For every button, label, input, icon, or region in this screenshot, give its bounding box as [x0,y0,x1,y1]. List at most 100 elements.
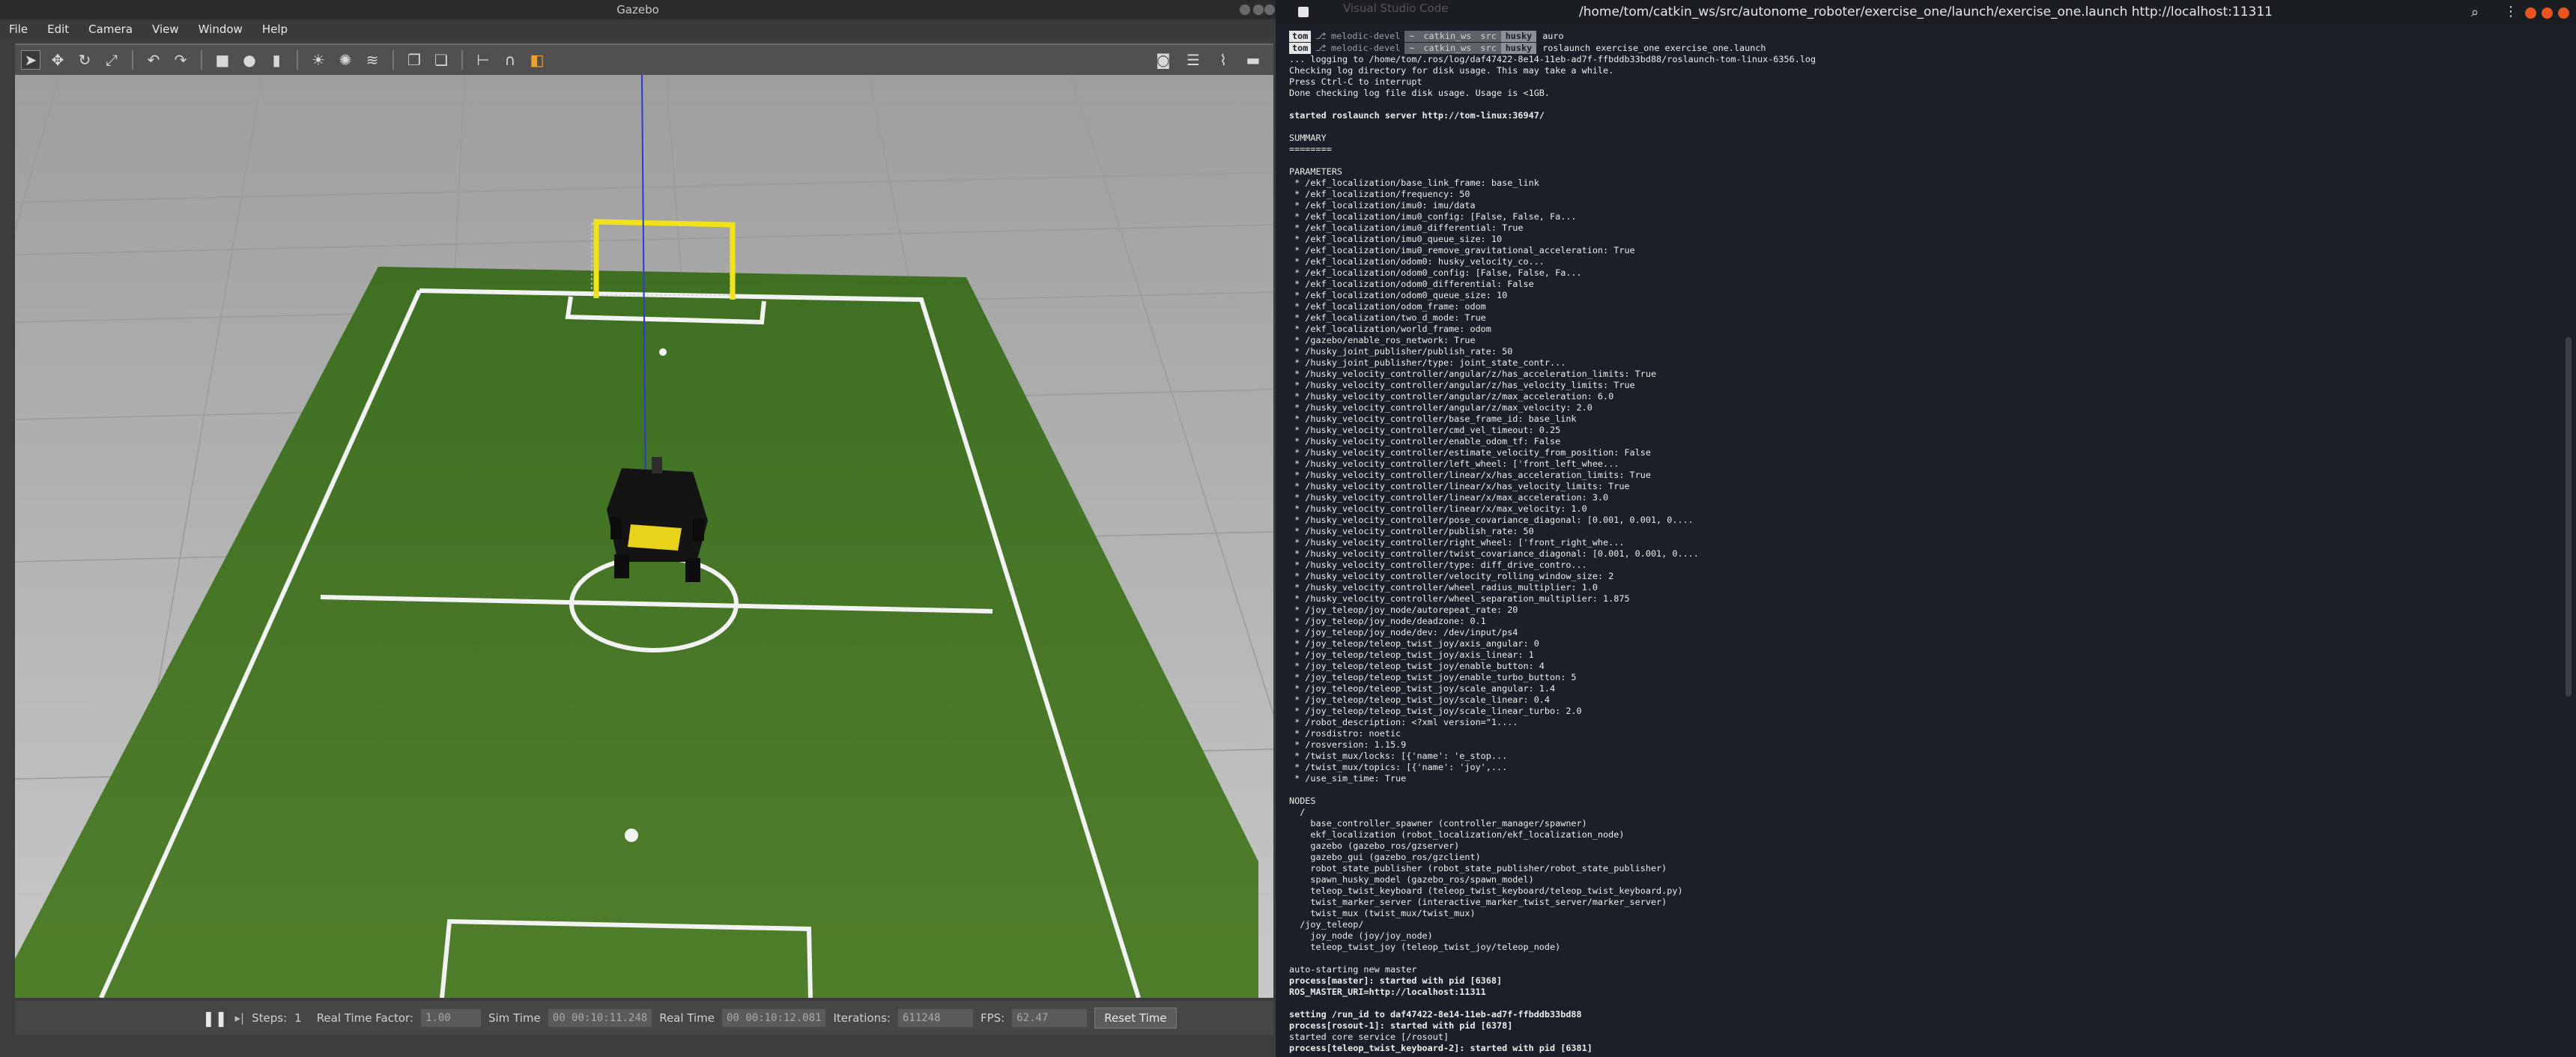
terminal-line: teleop_twist_keyboard (teleop_twist_keyb… [1289,885,1683,896]
terminal-line: * /husky_velocity_controller/velocity_ro… [1289,571,1614,581]
video-record-icon[interactable]: ▬ [1243,50,1263,70]
terminal-line: twist_marker_server (interactive_marker_… [1289,897,1667,907]
terminal-line: * /husky_velocity_controller/publish_rat… [1289,526,1534,536]
gazebo-window: Gazebo File Edit Camera View Window Help… [0,0,1276,1057]
terminal-line: * /joy_teleop/teleop_twist_joy/scale_lin… [1289,694,1551,705]
terminal-line: * /ekf_localization/imu0_differential: T… [1289,222,1524,233]
terminal-output[interactable]: tom ⎇ melodic-devel ~ catkin_ws src husky auro… [1289,30,2563,1057]
scene-viewport[interactable] [15,75,1273,998]
toolbar-separator [132,50,133,70]
snap-icon[interactable]: ∩ [500,50,520,70]
close-button[interactable] [1264,4,1275,15]
reset-time-button[interactable]: Reset Time [1094,1008,1177,1029]
terminal-line: * /ekf_localization/two_d_mode: True [1289,312,1486,323]
terminal-line: * /husky_velocity_controller/linear/x/ma… [1289,492,1609,503]
terminal-line: * /joy_teleop/joy_node/autorepeat_rate: … [1289,605,1518,615]
rotate-mode-icon[interactable]: ↻ [75,50,94,70]
point-light-icon[interactable]: ☀ [309,50,328,70]
cylinder-shape-icon[interactable]: ▮ [267,50,286,70]
menu-camera[interactable]: Camera [88,22,133,36]
terminal-line: * /joy_teleop/teleop_twist_joy/enable_tu… [1289,672,1577,682]
terminal-line: joy_node (joy/joy_node) [1289,930,1433,941]
menu-window[interactable]: Window [198,22,243,36]
realtime-value: 00 00:10:12.081 [722,1009,826,1027]
maximize-button[interactable] [1253,4,1264,15]
search-icon[interactable]: ⌕ [2471,4,2479,20]
redo-icon[interactable]: ↷ [171,50,190,70]
terminal-line: * /ekf_localization/odom0_differential: … [1289,279,1534,289]
paste-icon[interactable]: ❏ [431,50,451,70]
terminal-line: * /husky_velocity_controller/base_frame_… [1289,414,1577,424]
terminal-line: * /husky_joint_publisher/publish_rate: 5… [1289,346,1513,357]
gazebo-menubar: File Edit Camera View Window Help [0,19,1276,39]
scale-mode-icon[interactable]: ⤢ [102,50,121,70]
gazebo-title: Gazebo [616,3,659,16]
menu-view[interactable]: View [152,22,179,36]
select-mode-icon[interactable]: ➤ [21,50,40,70]
sphere-shape-icon[interactable]: ● [240,50,259,70]
minimize-button[interactable] [2525,7,2536,19]
maximize-button[interactable] [2542,7,2553,19]
terminal-line: * /robot_description: <?xml version="1..… [1289,717,1518,727]
terminal-line: base_controller_spawner (controller_mana… [1289,818,1587,829]
terminal-line: * /joy_teleop/teleop_twist_joy/axis_line… [1289,649,1534,660]
prompt-git-branch: ⎇ melodic-devel [1315,42,1401,53]
close-button[interactable] [2558,7,2569,19]
copy-icon[interactable]: ❐ [404,50,424,70]
change-view-icon[interactable]: ◧ [527,50,547,70]
terminal-line: * /ekf_localization/imu0_queue_size: 10 [1289,234,1503,244]
terminal-line: * /husky_velocity_controller/wheel_separ… [1289,593,1630,604]
pause-icon[interactable]: ❚❚ [202,1009,228,1027]
terminal-line: * /joy_teleop/teleop_twist_joy/scale_lin… [1289,706,1582,716]
terminal-line: * /ekf_localization/frequency: 50 [1289,189,1470,199]
prompt-current-dir: husky [1500,30,1537,42]
toolbar-separator [201,50,202,70]
terminal-line: * /husky_velocity_controller/cmd_vel_tim… [1289,425,1561,435]
gazebo-titlebar: Gazebo [0,0,1276,19]
prompt-current-dir: husky [1500,42,1537,54]
terminal-line: process[master]: started with pid [6368] [1289,975,1503,986]
menu-file[interactable]: File [9,22,28,36]
terminal-line: * /joy_teleop/teleop_twist_joy/axis_angu… [1289,638,1539,649]
terminal-line: * /husky_velocity_controller/linear/x/ma… [1289,503,1587,514]
screenshot-icon[interactable]: ◙ [1154,50,1173,70]
align-icon[interactable]: ⊢ [473,50,493,70]
prompt-user: tom [1289,42,1312,54]
menu-help[interactable]: Help [262,22,288,36]
terminal-line: * /ekf_localization/imu0_remove_gravitat… [1289,245,1635,255]
terminal-line: * /joy_teleop/teleop_twist_joy/scale_ang… [1289,683,1556,694]
scene-render [15,75,1273,998]
minimize-button[interactable] [1240,4,1250,15]
steps-value[interactable]: 1 [294,1011,302,1025]
terminal-line: * /husky_velocity_controller/left_wheel:… [1289,458,1619,469]
directional-light-icon[interactable]: ≋ [363,50,382,70]
menu-icon[interactable]: ⋮ [2504,4,2518,19]
spot-light-icon[interactable]: ✺ [336,50,355,70]
terminal-line: * /rosversion: 1.15.9 [1289,739,1407,750]
terminal-scrollbar[interactable] [2566,337,2572,697]
box-shape-icon[interactable]: ■ [213,50,232,70]
terminal-title: /home/tom/catkin_ws/src/autonome_roboter… [1579,4,2273,19]
terminal-line: * /husky_velocity_controller/angular/z/h… [1289,380,1635,390]
log-icon[interactable]: ☰ [1184,50,1203,70]
step-icon[interactable]: ▸| [235,1011,245,1025]
terminal-line: /joy_teleop/ [1289,919,1364,930]
terminal-line: twist_mux (twist_mux/twist_mux) [1289,908,1476,918]
translate-mode-icon[interactable]: ✥ [48,50,67,70]
plot-icon[interactable]: ⌇ [1213,50,1233,70]
terminal-line: * /husky_joint_publisher/type: joint_sta… [1289,357,1566,368]
undo-icon[interactable]: ↶ [144,50,163,70]
terminal-line: * /joy_teleop/teleop_twist_joy/enable_bu… [1289,661,1545,671]
terminal-line: Done checking log file disk usage. Usage… [1289,88,1551,98]
desktop: Gazebo File Edit Camera View Window Help… [0,0,2576,1057]
fps-label: FPS: [980,1011,1005,1025]
prompt-command: roslaunch exercise_one exercise_one.laun… [1542,42,1766,53]
shell-prompt: tom ⎇ melodic-devel ~ catkin_ws src husky auro [1289,30,2563,42]
steps-label: Steps: [252,1011,288,1025]
realtime-label: Real Time [659,1011,715,1025]
menu-edit[interactable]: Edit [47,22,69,36]
terminal-line: gazebo_gui (gazebo_ros/gzclient) [1289,852,1481,862]
